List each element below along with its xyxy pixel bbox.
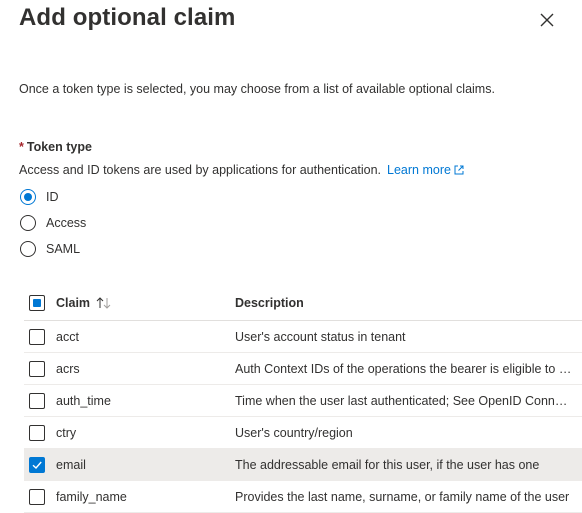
panel-title: Add optional claim xyxy=(19,4,236,31)
claim-description: The addressable email for this user, if … xyxy=(235,457,540,472)
radio-id-label: ID xyxy=(46,190,59,204)
row-checkbox[interactable] xyxy=(29,424,45,441)
claim-description: User's account status in tenant xyxy=(235,329,406,344)
radio-id[interactable]: ID xyxy=(20,187,59,207)
radio-saml-button[interactable] xyxy=(20,241,36,257)
learn-more-label: Learn more xyxy=(387,163,451,177)
claim-description: Time when the user last authenticated; S… xyxy=(235,393,582,408)
claim-name: family_name xyxy=(56,489,127,504)
row-checkbox[interactable] xyxy=(29,360,45,377)
table-row[interactable]: family_name Provides the last name, surn… xyxy=(24,481,582,513)
claim-name: acct xyxy=(56,329,79,344)
select-all-checkbox[interactable] xyxy=(29,295,45,311)
claims-table: Claim Description acct User's account st… xyxy=(24,286,582,513)
claim-name: email xyxy=(56,457,86,472)
claim-name: acrs xyxy=(56,361,80,376)
table-row[interactable]: auth_time Time when the user last authen… xyxy=(24,385,582,417)
claim-description: Provides the last name, surname, or fami… xyxy=(235,489,570,504)
close-icon[interactable] xyxy=(538,11,556,29)
token-type-label: * Token type xyxy=(19,140,92,154)
radio-saml-label: SAML xyxy=(46,242,81,256)
radio-access-button[interactable] xyxy=(20,215,36,231)
token-type-help-text: Access and ID tokens are used by applica… xyxy=(19,163,382,177)
claim-name: ctry xyxy=(56,425,77,440)
required-marker: * xyxy=(19,140,24,154)
claim-name: auth_time xyxy=(56,393,111,408)
radio-id-button[interactable] xyxy=(20,189,36,205)
row-checkbox[interactable] xyxy=(29,392,45,409)
learn-more-link[interactable]: Learn more xyxy=(387,163,465,177)
sort-ascending-icon[interactable] xyxy=(96,297,112,309)
claim-column-header[interactable]: Claim xyxy=(54,296,235,310)
radio-access[interactable]: Access xyxy=(20,213,86,233)
token-type-label-text: Token type xyxy=(26,140,92,154)
row-checkbox[interactable] xyxy=(29,488,45,505)
intro-text: Once a token type is selected, you may c… xyxy=(19,82,495,96)
checkmark-icon xyxy=(32,461,42,469)
table-row[interactable]: acct User's account status in tenant xyxy=(24,321,582,353)
claim-description: User's country/region xyxy=(235,425,353,440)
description-column-header: Description xyxy=(235,296,304,310)
radio-access-label: Access xyxy=(46,216,87,230)
claim-header-label: Claim xyxy=(56,296,91,310)
row-checkbox[interactable] xyxy=(29,456,45,473)
radio-saml[interactable]: SAML xyxy=(20,239,80,259)
table-row[interactable]: acrs Auth Context IDs of the operations … xyxy=(24,353,582,385)
token-type-help: Access and ID tokens are used by applica… xyxy=(19,163,465,177)
row-checkbox[interactable] xyxy=(29,328,45,345)
table-row[interactable]: email The addressable email for this use… xyxy=(24,449,582,481)
external-link-icon xyxy=(454,165,464,175)
table-header: Claim Description xyxy=(24,286,582,321)
claim-description: Auth Context IDs of the operations the b… xyxy=(235,361,582,376)
table-row[interactable]: ctry User's country/region xyxy=(24,417,582,449)
